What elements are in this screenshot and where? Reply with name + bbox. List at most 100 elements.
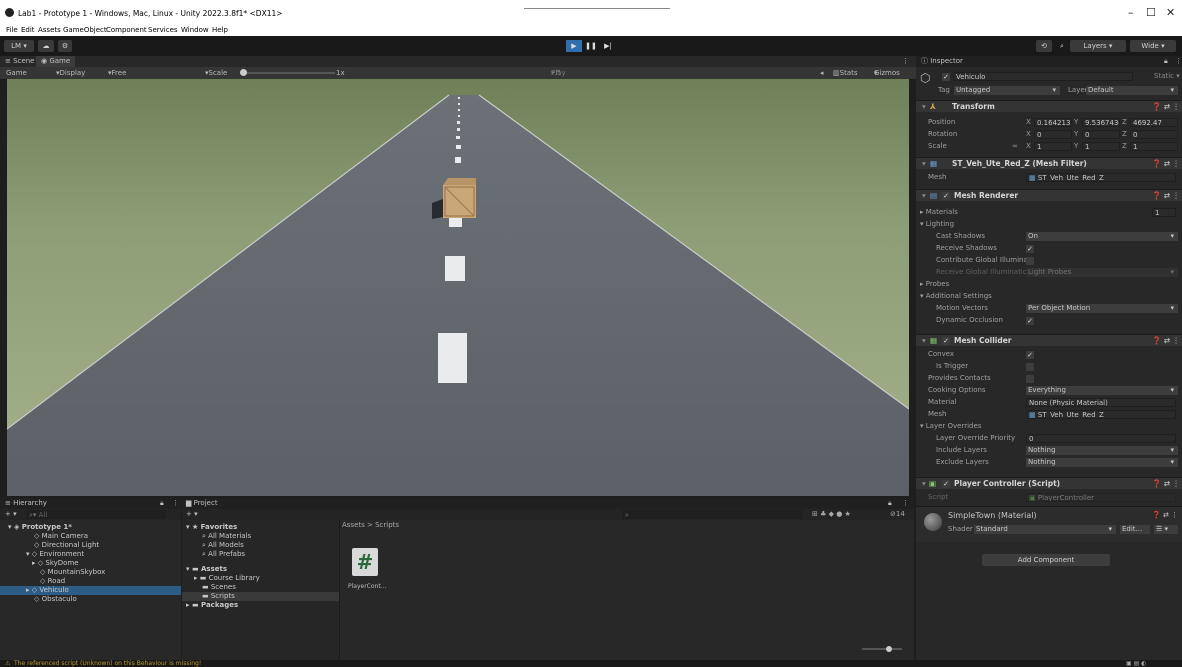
folder-course-library[interactable]: ▸ ▬ Course Library	[194, 574, 260, 583]
convex-checkbox[interactable]: ✓	[1026, 351, 1034, 359]
materials-count-field[interactable]: 1	[1152, 208, 1176, 217]
motion-vectors-dropdown[interactable]: Per Object Motion ▾	[1026, 304, 1178, 313]
tree-item-scene[interactable]: ▾ ◈ Prototype 1*	[8, 523, 181, 532]
mesh-collider-enabled-checkbox[interactable]: ✓	[942, 337, 950, 345]
status-message[interactable]: The referenced script (Unknown) on this …	[14, 660, 201, 667]
favorites-folder[interactable]: ▾ ★ Favorites	[186, 523, 237, 532]
contribute-gi-checkbox[interactable]	[1026, 257, 1034, 265]
favorite-all-prefabs[interactable]: ⌕ All Prefabs	[202, 550, 245, 559]
tree-item-vehiculo[interactable]: ▸ ◇ Vehiculo	[0, 586, 181, 595]
play-mode-dropdown[interactable]: Play Focused ▾ ♬	[551, 67, 580, 89]
menu-assets[interactable]: Assets	[38, 26, 61, 34]
pause-button[interactable]: ❚❚	[583, 40, 599, 52]
menu-component[interactable]: Component	[106, 26, 147, 34]
mesh-renderer-enabled-checkbox[interactable]: ✓	[942, 192, 950, 200]
provides-contacts-checkbox[interactable]	[1026, 375, 1034, 383]
stats-button[interactable]: ▥ Stats	[833, 67, 858, 79]
player-controller-header[interactable]: ▾ ▣ ✓ Player Controller (Script) ❓ ⇄ ⋮	[916, 477, 1182, 489]
tab-menu-icon[interactable]: ⋮	[902, 56, 909, 67]
play-button[interactable]: ▶	[566, 40, 582, 52]
rotation-z-field[interactable]: 0	[1130, 130, 1178, 139]
script-file-label[interactable]: PlayerCont...	[348, 583, 386, 590]
collider-material-field[interactable]: None (Physic Material)	[1026, 398, 1176, 407]
scale-x-field[interactable]: 1	[1034, 142, 1072, 151]
search-icon[interactable]: ⌕	[1056, 40, 1068, 52]
tree-item-mountainskybox[interactable]: ◇ MountainSkybox	[40, 568, 105, 577]
collab-icon[interactable]: ⚙	[58, 40, 72, 52]
create-button[interactable]: + ▾	[5, 510, 17, 518]
transform-header[interactable]: ▾ ⅄ Transform ❓ ⇄ ⋮	[916, 100, 1182, 112]
rotation-x-field[interactable]: 0	[1034, 130, 1072, 139]
position-z-field[interactable]: 4692.47	[1130, 118, 1178, 127]
tree-item-directional-light[interactable]: ◇ Directional Light	[34, 541, 99, 550]
scale-slider-track[interactable]	[240, 69, 335, 76]
minimize-button[interactable]: –	[1128, 6, 1134, 19]
audio-mute-icon[interactable]: ♬	[555, 67, 561, 79]
status-icons[interactable]: ▣ ▤ ◐	[1126, 660, 1146, 667]
audio-icon[interactable]: ◂	[820, 67, 824, 79]
is-trigger-checkbox[interactable]	[1026, 363, 1034, 371]
menu-edit[interactable]: Edit	[21, 26, 35, 34]
rotation-y-field[interactable]: 0	[1082, 130, 1120, 139]
object-name-field[interactable]: Vehiculo	[953, 72, 1133, 81]
component-menu-icons[interactable]: ❓ ⇄ ⋮	[1152, 478, 1180, 490]
folder-scripts[interactable]: ▬ Scripts	[182, 592, 339, 601]
panel-menu-icon[interactable]: ⋮	[1175, 56, 1182, 67]
lock-icon[interactable]: 🔒︎	[1164, 56, 1168, 67]
mesh-filter-header[interactable]: ▾ ▦ ST_Veh_Ute_Red_Z (Mesh Filter) ❓ ⇄ ⋮	[916, 157, 1182, 169]
layout-dropdown[interactable]: Wide ▾	[1130, 40, 1176, 52]
static-toggle[interactable]: Static ▾	[1154, 72, 1180, 80]
tag-dropdown[interactable]: Untagged ▾	[954, 86, 1060, 95]
tree-item-obstaculo[interactable]: ◇ Obstaculo	[34, 595, 77, 604]
hierarchy-search-input[interactable]: ⌕▾ All	[26, 510, 166, 519]
lighting-row[interactable]: ▾ Lighting	[916, 219, 1182, 230]
packages-folder[interactable]: ▸ ▬ Packages	[186, 601, 238, 610]
additional-settings-row[interactable]: ▾ Additional Settings	[916, 291, 1182, 302]
dynamic-occlusion-checkbox[interactable]: ✓	[1026, 317, 1034, 325]
display-dropdown[interactable]: ▾ Display 1	[56, 67, 85, 89]
layer-overrides-row[interactable]: ▾ Layer Overrides	[916, 421, 1182, 432]
history-icon[interactable]: ⟲	[1036, 40, 1052, 52]
cast-shadows-dropdown[interactable]: On ▾	[1026, 232, 1178, 241]
close-button[interactable]: ✕	[1166, 6, 1175, 19]
constrain-scale-icon[interactable]: ∞	[1012, 141, 1018, 152]
favorite-all-materials[interactable]: ⌕ All Materials	[202, 532, 251, 541]
aspect-dropdown[interactable]: ▾ Free Aspect	[108, 67, 135, 89]
add-component-button[interactable]: Add Component	[982, 554, 1110, 566]
position-x-field[interactable]: 0.1642132	[1034, 118, 1072, 127]
tree-item-road[interactable]: ◇ Road	[40, 577, 65, 586]
game-mode-dropdown[interactable]: Game	[6, 67, 27, 79]
exclude-layers-dropdown[interactable]: Nothing ▾	[1026, 458, 1178, 467]
menu-file[interactable]: File	[6, 26, 18, 34]
shader-dropdown[interactable]: Standard ▾	[974, 525, 1116, 534]
collider-mesh-field[interactable]: ▦ ST_Veh_Ute_Red_Z	[1026, 410, 1176, 419]
active-checkbox[interactable]: ✓	[942, 73, 950, 81]
layers-dropdown[interactable]: Layers ▾	[1070, 40, 1126, 52]
mesh-renderer-header[interactable]: ▾ ▤ ✓ Mesh Renderer ❓ ⇄ ⋮	[916, 189, 1182, 201]
project-search-input[interactable]: ⌕	[622, 510, 802, 519]
tab-game[interactable]: ◉ Game	[36, 56, 76, 67]
assets-folder[interactable]: ▾ ▬ Assets	[186, 565, 227, 574]
scale-y-field[interactable]: 1	[1082, 142, 1120, 151]
tree-item-main-camera[interactable]: ◇ Main Camera	[34, 532, 88, 541]
component-menu-icons[interactable]: ❓ ⇄ ⋮	[1152, 101, 1180, 113]
material-menu-icons[interactable]: ❓ ⇄ ⋮	[1152, 511, 1178, 519]
create-asset-button[interactable]: + ▾	[186, 510, 198, 518]
component-menu-icons[interactable]: ❓ ⇄ ⋮	[1152, 190, 1180, 202]
icon-size-slider[interactable]	[862, 646, 902, 652]
csharp-script-icon[interactable]: #	[352, 548, 378, 576]
scale-slider-handle[interactable]	[240, 69, 247, 76]
menu-window[interactable]: Window	[181, 26, 209, 34]
receive-gi-dropdown[interactable]: Light Probes ▾	[1026, 268, 1178, 277]
script-object-field[interactable]: ▣ PlayerController	[1026, 493, 1176, 502]
tab-scene[interactable]: ≡ Scene	[0, 56, 39, 67]
player-controller-enabled-checkbox[interactable]: ✓	[942, 480, 950, 488]
layer-dropdown[interactable]: Default ▾	[1086, 86, 1178, 95]
account-button[interactable]: LM ▾	[4, 40, 34, 52]
probes-row[interactable]: ▸ Probes	[916, 279, 1182, 290]
folder-scenes[interactable]: ▬ Scenes	[202, 583, 236, 592]
mesh-collider-header[interactable]: ▾ ▦ ✓ Mesh Collider ❓ ⇄ ⋮	[916, 334, 1182, 346]
icon-size-handle[interactable]	[886, 646, 892, 652]
cooking-options-dropdown[interactable]: Everything ▾	[1026, 386, 1178, 395]
lock-icon[interactable]: 🔒︎	[888, 498, 892, 509]
